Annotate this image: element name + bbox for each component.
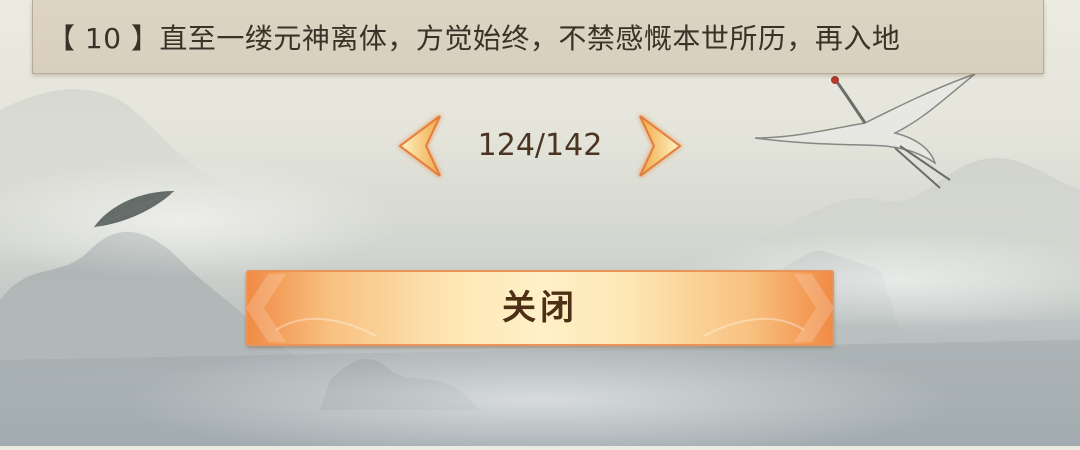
close-button-label: 关闭 [502, 288, 578, 328]
chevron-right-icon [639, 115, 682, 177]
leaf-decoration [90, 185, 180, 239]
chevron-left-icon [398, 115, 441, 177]
crane-decoration [745, 68, 995, 202]
page-navigator: 124/142 [390, 110, 690, 182]
prev-page-button[interactable] [390, 110, 448, 182]
close-button[interactable]: 关闭 [246, 270, 834, 346]
next-page-button[interactable] [632, 110, 690, 182]
dialogue-text: 【 10 】直至一缕元神离体，方觉始终，不禁感慨本世所历，再入地 [47, 22, 901, 55]
page-counter: 124/142 [477, 128, 603, 163]
dialogue-banner: 【 10 】直至一缕元神离体，方觉始终，不禁感慨本世所历，再入地 [32, 0, 1044, 74]
